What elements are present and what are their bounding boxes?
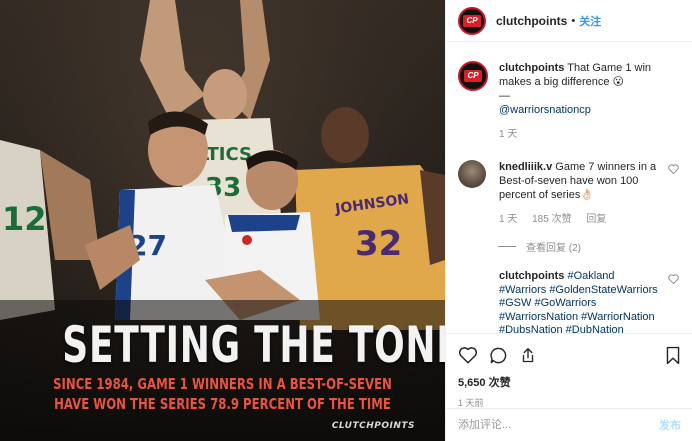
avatar-logo: CP: [464, 70, 482, 82]
caption-meta: 1 天: [499, 128, 669, 142]
hashtag-line-3[interactable]: #GSW #GoWarriors: [499, 297, 669, 311]
post-image[interactable]: LTICS 33 JOHNSON 32 12 27 SETTING THE TO…: [0, 0, 445, 441]
action-icons: [458, 344, 681, 366]
post-header: CP clutchpoints • 关注: [446, 0, 692, 42]
caption-avatar[interactable]: CP: [458, 61, 488, 91]
comment-meta: 1 天 185 次赞 回复: [499, 213, 669, 227]
comment-like-heart-icon[interactable]: [668, 164, 679, 177]
tags-comment-spacer: [458, 270, 488, 333]
view-replies-button[interactable]: 查看回复 (2): [498, 239, 681, 254]
hashtag-line-4[interactable]: #WarriorsNation #WarriorNation: [499, 311, 669, 325]
caption: CP clutchpoints That Game 1 win makes a …: [458, 61, 681, 142]
post-subline-2: HAVE WON THE SERIES 78.9 PERCENT OF THE …: [54, 395, 391, 413]
comment-body: knedliiik.v Game 7 winners in a Best-of-…: [499, 160, 669, 227]
post-headline: SETTING THE TONE: [62, 316, 445, 374]
hashtag-line-5[interactable]: #DubsNation #DubNation: [499, 324, 669, 333]
svg-text:32: 32: [355, 224, 402, 264]
tags-comment-username[interactable]: clutchpoints: [499, 270, 564, 282]
author-username[interactable]: clutchpoints: [496, 14, 567, 28]
post-comment-button[interactable]: 发布: [659, 417, 681, 433]
separator-dot: •: [571, 14, 576, 27]
comments-section[interactable]: CP clutchpoints That Game 1 win makes a …: [446, 43, 692, 333]
avatar-logo: CP: [463, 14, 481, 27]
post-subline-1: SINCE 1984, GAME 1 WINNERS IN A BEST-OF-…: [53, 375, 392, 393]
action-bar: 5,650 次赞 1 天前: [446, 333, 692, 408]
view-replies-label: 查看回复 (2): [526, 243, 581, 254]
share-upload-icon[interactable]: [519, 346, 537, 365]
tags-comment-body: clutchpoints #Oakland #Warriors #GoldenS…: [499, 270, 669, 333]
svg-text:12: 12: [2, 200, 47, 238]
commenter-avatar[interactable]: [458, 160, 486, 188]
caption-body: clutchpoints That Game 1 win makes a big…: [499, 61, 669, 142]
comment-time[interactable]: 1 天: [499, 214, 517, 225]
like-heart-icon[interactable]: [458, 346, 478, 364]
comment-bubble-icon[interactable]: [489, 346, 508, 365]
tags-comment: clutchpoints #Oakland #Warriors #GoldenS…: [458, 270, 681, 333]
author-avatar[interactable]: CP: [458, 6, 486, 35]
comment-item: knedliiik.v Game 7 winners in a Best-of-…: [458, 160, 681, 227]
bookmark-icon[interactable]: [665, 346, 681, 365]
caption-mention[interactable]: @warriorsnationcp: [499, 103, 669, 117]
add-comment-bar: 发布: [446, 408, 692, 441]
hashtag-line-1[interactable]: #Oakland: [567, 270, 614, 282]
caption-time[interactable]: 1 天: [499, 129, 517, 140]
follow-button[interactable]: 关注: [579, 13, 601, 29]
likes-count[interactable]: 5,650 次赞: [458, 374, 681, 390]
comment-input[interactable]: [458, 419, 659, 431]
caption-username[interactable]: clutchpoints: [499, 62, 564, 74]
caption-dash: —: [499, 90, 510, 102]
hashtag-line-2[interactable]: #Warriors #GoldenStateWarriors: [499, 284, 669, 298]
comment-likes[interactable]: 185 次赞: [532, 214, 571, 225]
reply-button[interactable]: 回复: [586, 214, 606, 225]
comment-username[interactable]: knedliiik.v: [499, 161, 552, 173]
tags-comment-like-heart-icon[interactable]: [668, 274, 679, 287]
watermark: CLUTCHPOINTS: [331, 421, 415, 431]
replies-line: [498, 246, 516, 247]
post-panel: CP clutchpoints • 关注 CP clutchpoints Tha…: [445, 0, 692, 441]
